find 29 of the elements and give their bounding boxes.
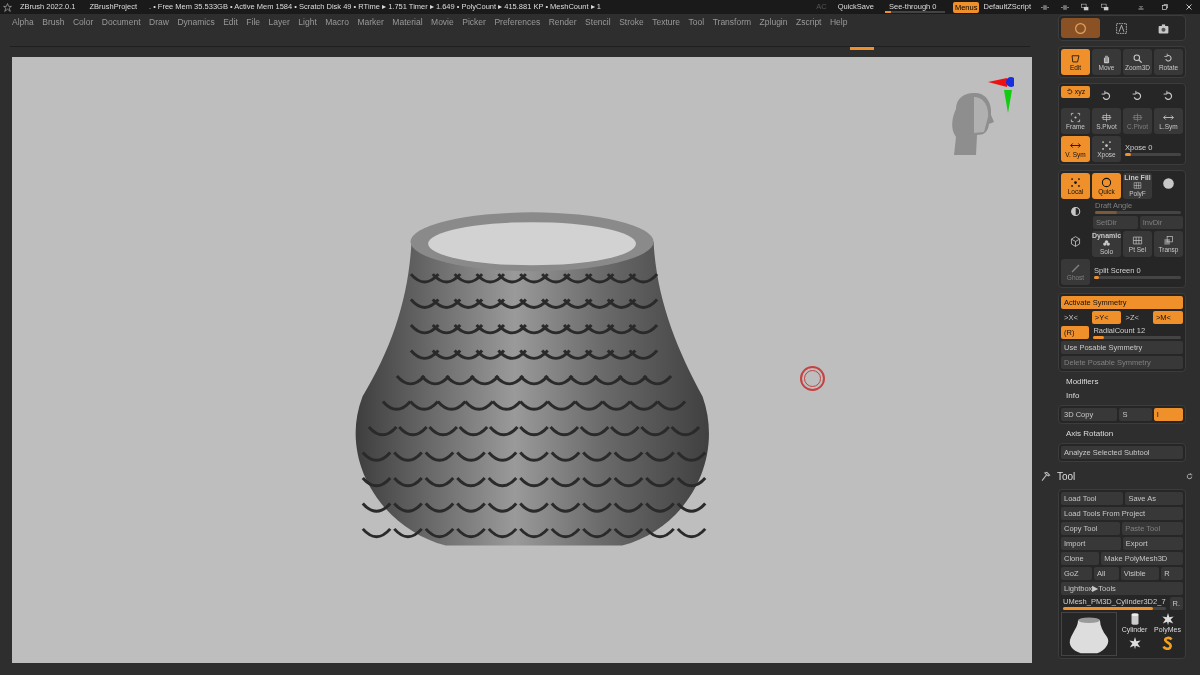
menu-item[interactable]: Zscript — [796, 15, 822, 29]
menu-item[interactable]: Help — [830, 15, 848, 29]
menu-item[interactable]: File — [246, 15, 261, 29]
menu-item[interactable]: Dynamics — [177, 15, 215, 29]
menu-item[interactable]: Color — [72, 15, 94, 29]
menu-item[interactable]: Render — [548, 15, 577, 29]
menu-item[interactable]: Picker — [462, 15, 486, 29]
menu-item[interactable]: Alpha — [12, 15, 34, 29]
menu-item[interactable]: Marker — [357, 15, 384, 29]
menu-item[interactable]: Transform — [712, 15, 752, 29]
menu-item[interactable]: Draw — [149, 15, 169, 29]
menu-item[interactable]: Zplugin — [759, 15, 788, 29]
palette-subheader[interactable]: Info — [1066, 391, 1200, 400]
palette-title[interactable]: Tool — [1057, 469, 1179, 484]
menu-item[interactable]: Light — [298, 15, 317, 29]
menu-item[interactable]: Preferences — [494, 15, 541, 29]
menu-item[interactable]: Tool — [688, 15, 705, 29]
palette-subheader[interactable]: Axis Rotation — [1066, 429, 1200, 438]
menu-item[interactable]: Stroke — [619, 15, 644, 29]
menu-item[interactable]: Brush — [42, 15, 65, 29]
menu-item[interactable]: Layer — [268, 15, 290, 29]
menu-item[interactable]: Stencil — [585, 15, 611, 29]
palette-subheader[interactable]: Modifiers — [1066, 377, 1200, 386]
menu-item[interactable]: Movie — [431, 15, 454, 29]
menu-item[interactable]: Document — [101, 15, 141, 29]
menu-item[interactable]: Edit — [223, 15, 238, 29]
menu-item[interactable]: Material — [392, 15, 423, 29]
menu-item[interactable]: Texture — [652, 15, 681, 29]
menu-item[interactable]: Macro — [325, 15, 349, 29]
